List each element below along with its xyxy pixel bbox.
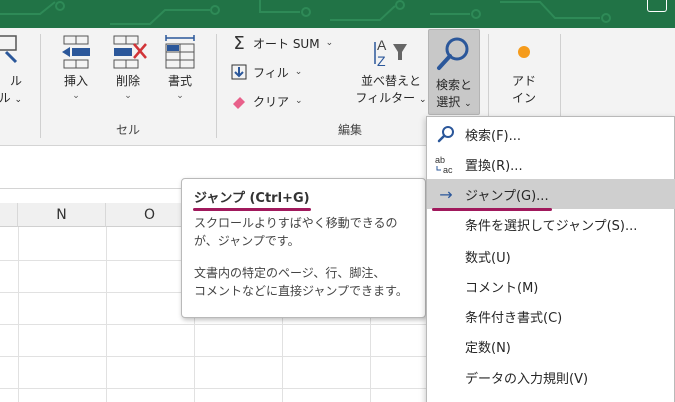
insert-button[interactable]: 挿入 ⌄ bbox=[52, 34, 100, 102]
svg-text:A: A bbox=[377, 37, 387, 53]
tooltip-text: が、ジャンプです。 bbox=[194, 234, 300, 248]
insert-cells-icon bbox=[62, 35, 90, 69]
sort-filter-button[interactable]: A Z 並べ替えと フィルター ⌄ bbox=[355, 34, 427, 109]
arrow-right-icon: → bbox=[439, 184, 453, 204]
fill-button[interactable]: フィル ⌄ bbox=[230, 61, 302, 83]
chevron-down-icon: ⌄ bbox=[294, 67, 303, 77]
menu-item-constants[interactable]: 定数(N) bbox=[427, 331, 675, 361]
title-bar-pattern bbox=[0, 0, 611, 25]
find-select-menu: 検索(F)... ab ac 置換(R)... → ジャンプ(G)... 条件を選… bbox=[426, 116, 675, 402]
chevron-down-icon: ⌄ bbox=[419, 95, 427, 105]
editing-group-label: 編集 bbox=[338, 123, 363, 137]
column-header[interactable] bbox=[0, 203, 18, 227]
replace-icon: ab ac bbox=[427, 154, 465, 174]
clear-button[interactable]: クリア ⌄ bbox=[230, 90, 303, 112]
menu-item-comments[interactable]: コメント(M) bbox=[427, 271, 675, 301]
separator bbox=[40, 34, 41, 138]
fill-down-icon bbox=[230, 63, 248, 81]
tooltip-text: 文書内の特定のページ、行、脚注、 bbox=[194, 266, 386, 280]
chevron-down-icon: ⌄ bbox=[14, 95, 22, 105]
chevron-down-icon: ⌄ bbox=[464, 99, 472, 109]
delete-button[interactable]: 削除 ⌄ bbox=[104, 34, 152, 102]
menu-item-goto[interactable]: → ジャンプ(G)... bbox=[427, 179, 675, 209]
annotation-underline bbox=[432, 208, 552, 211]
svg-text:Z: Z bbox=[377, 53, 386, 69]
comments-icon[interactable] bbox=[647, 0, 667, 12]
svg-text:ab: ab bbox=[435, 155, 445, 165]
menu-item-data-validation[interactable]: データの入力規則(V) bbox=[427, 362, 675, 392]
annotation-underline bbox=[193, 208, 311, 211]
chevron-down-icon: ⌄ bbox=[325, 38, 334, 48]
chevron-down-icon: ⌄ bbox=[295, 96, 303, 106]
gridline bbox=[106, 227, 107, 402]
menu-item-goto-special[interactable]: 条件を選択してジャンプ(S)... bbox=[427, 209, 675, 239]
tooltip-text: コメントなどに直接ジャンプできます。 bbox=[194, 284, 408, 298]
autosum-button[interactable]: Σ オート SUM ⌄ bbox=[230, 32, 333, 54]
menu-item-formulas[interactable]: 数式(U) bbox=[427, 241, 675, 271]
addin-icon bbox=[518, 46, 530, 58]
cell-styles-icon bbox=[0, 35, 18, 64]
chevron-down-icon: ⌄ bbox=[124, 91, 132, 101]
gridline bbox=[0, 356, 428, 357]
menu-item-conditional-formatting[interactable]: 条件付き書式(C) bbox=[427, 301, 675, 331]
column-header-n[interactable]: N bbox=[18, 203, 106, 227]
chevron-down-icon: ⌄ bbox=[176, 91, 184, 101]
search-icon bbox=[437, 37, 469, 70]
eraser-icon bbox=[230, 92, 248, 110]
addins-button[interactable]: アド イン bbox=[500, 34, 548, 107]
find-select-button[interactable]: 検索と 選択 ⌄ bbox=[428, 29, 480, 115]
partial-cell-style-button[interactable]: ル ル ⌄ bbox=[0, 34, 22, 109]
gridline bbox=[0, 388, 428, 389]
sigma-icon: Σ bbox=[233, 32, 245, 54]
cells-group-label: セル bbox=[116, 123, 141, 137]
search-icon bbox=[427, 125, 465, 143]
menu-item-replace[interactable]: ab ac 置換(R)... bbox=[427, 149, 675, 179]
tooltip-text: スクロールよりすばやく移動できるの bbox=[194, 216, 398, 230]
format-button[interactable]: 書式 ⌄ bbox=[156, 34, 204, 102]
format-cells-icon bbox=[165, 35, 195, 69]
gridline bbox=[18, 227, 19, 402]
svg-text:ac: ac bbox=[443, 165, 453, 174]
gridline bbox=[0, 324, 428, 325]
jump-tooltip: ジャンプ (Ctrl+G) スクロールよりすばやく移動できるの が、ジャンプです… bbox=[181, 178, 426, 318]
delete-cells-icon bbox=[113, 35, 147, 69]
sort-filter-icon: A Z bbox=[374, 37, 407, 69]
tooltip-title: ジャンプ (Ctrl+G) bbox=[194, 191, 310, 206]
chevron-down-icon: ⌄ bbox=[72, 91, 80, 101]
menu-item-find[interactable]: 検索(F)... bbox=[427, 119, 675, 149]
separator bbox=[216, 34, 217, 138]
title-bar bbox=[0, 0, 675, 28]
